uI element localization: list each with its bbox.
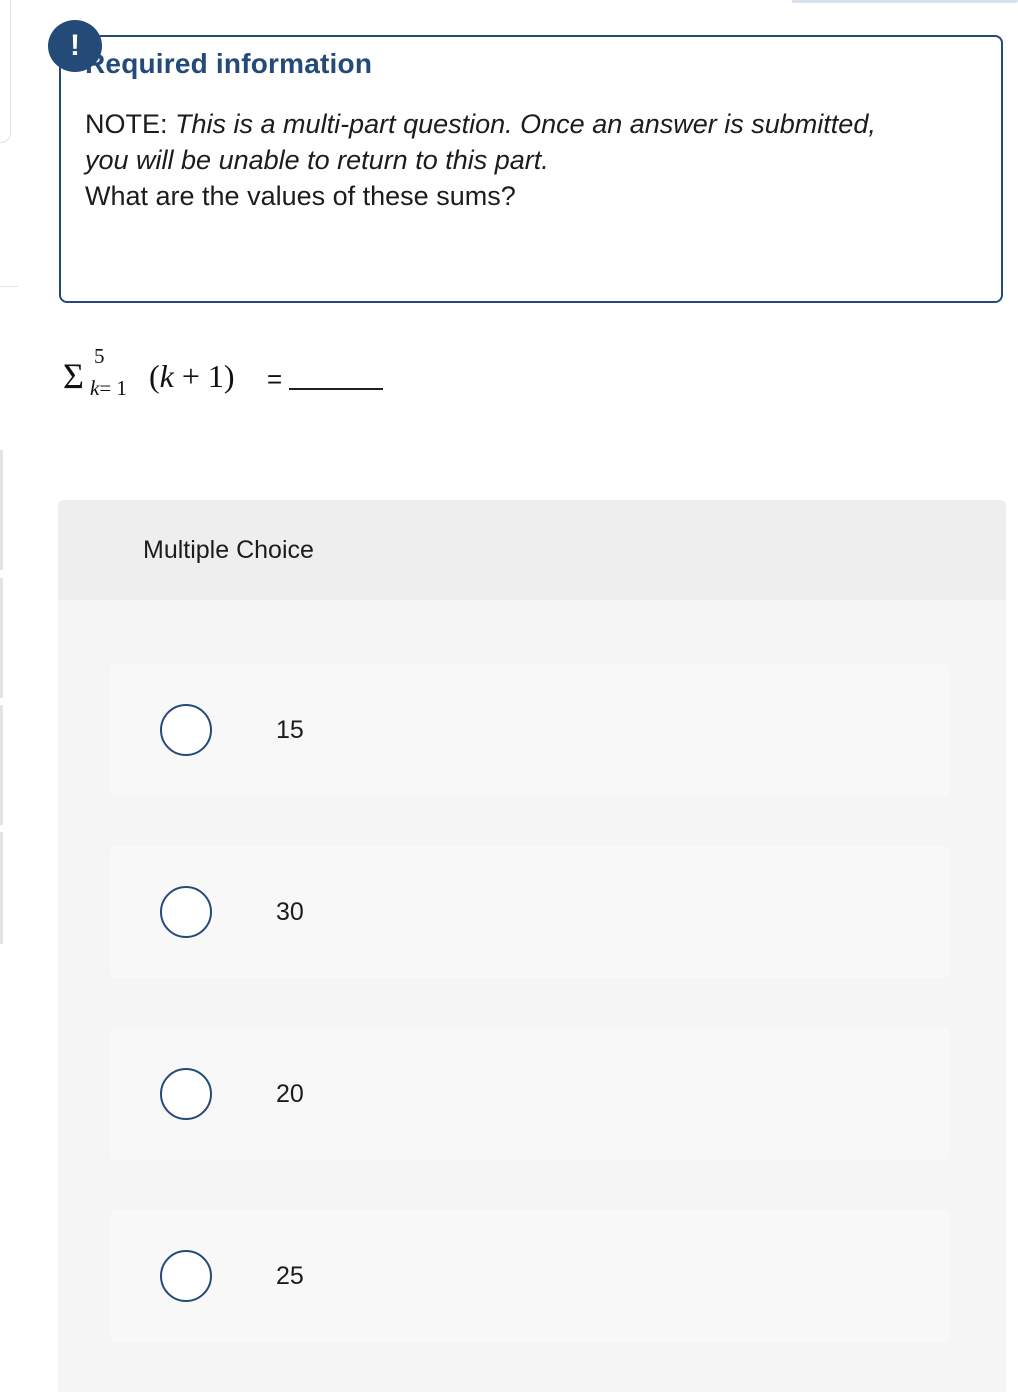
choice-option[interactable]: 25 (110, 1210, 950, 1342)
exclamation-icon: ! (48, 20, 102, 72)
choice-option[interactable]: 15 (110, 664, 950, 796)
choice-option[interactable]: 30 (110, 846, 950, 978)
top-scroll-indicator (792, 0, 1018, 3)
answer-blank (289, 388, 383, 390)
left-divider (0, 286, 18, 287)
sigma-symbol: Σ (63, 356, 84, 396)
radio-button[interactable] (160, 1250, 212, 1302)
summand-var: k (159, 358, 174, 394)
choice-label: 20 (276, 1080, 304, 1108)
choice-label: 15 (276, 716, 304, 744)
left-border-segment (0, 705, 3, 825)
multiple-choice-title: Multiple Choice (143, 536, 314, 564)
left-border-segment (0, 450, 3, 570)
choice-label: 30 (276, 898, 304, 926)
upper-limit: 5 (94, 344, 105, 368)
summand: (k + 1) (149, 358, 235, 395)
left-border-segment (0, 578, 3, 698)
required-info-title: Required information (85, 48, 373, 79)
lower-limit-var: k (90, 376, 100, 400)
page: ! Required information NOTE: This is a m… (0, 0, 1018, 1392)
radio-button[interactable] (160, 1068, 212, 1120)
left-border-segment (0, 832, 3, 944)
radio-button[interactable] (160, 704, 212, 756)
lower-limit: k= 1 (90, 376, 127, 401)
exclamation-glyph: ! (70, 29, 80, 62)
summand-constant: 1) (207, 358, 235, 394)
left-panel-edge (0, 0, 11, 143)
required-info-text: NOTE: This is a multi-part question. Onc… (85, 106, 885, 214)
note-text: This is a multi-part question. Once an a… (85, 109, 876, 175)
equals-sign: = (267, 364, 283, 394)
plus-operator: + (173, 358, 208, 394)
note-label: NOTE: (85, 109, 168, 139)
question-text: What are the values of these sums? (85, 181, 516, 211)
lower-limit-value: = 1 (99, 376, 127, 400)
choice-label: 25 (276, 1262, 304, 1290)
open-paren: ( (149, 358, 160, 394)
choice-option[interactable]: 20 (110, 1028, 950, 1160)
radio-button[interactable] (160, 886, 212, 938)
multiple-choice-panel: Multiple Choice 15 30 20 25 (58, 500, 1006, 1392)
multiple-choice-header: Multiple Choice (58, 500, 1006, 600)
